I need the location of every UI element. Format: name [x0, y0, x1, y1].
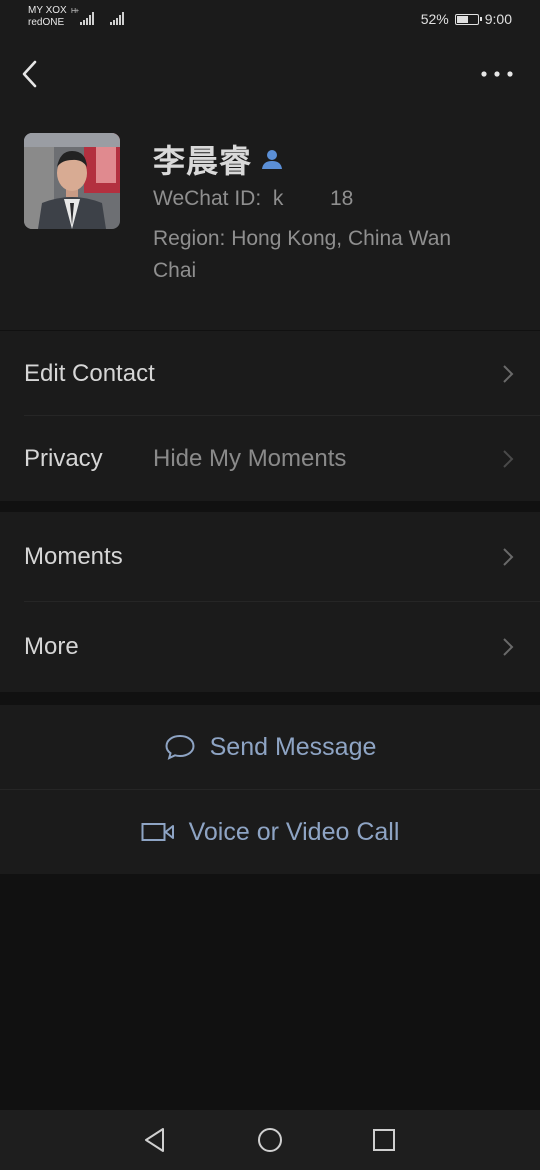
edit-contact-row[interactable]: Edit Contact	[0, 331, 540, 416]
system-nav-bar	[0, 1110, 540, 1170]
carrier-name-1: MY XOX	[28, 5, 67, 16]
region: Region: Hong Kong, China Wan Chai	[153, 227, 452, 282]
clock: 9:00	[484, 11, 512, 27]
privacy-row[interactable]: Privacy Hide My Moments	[0, 416, 540, 501]
chevron-right-icon	[503, 364, 514, 383]
send-message-label: Send Message	[209, 732, 377, 761]
chevron-right-icon	[503, 548, 514, 566]
chat-bubble-icon	[165, 734, 195, 760]
actions-group: Send Message Voice or Video Call	[0, 705, 540, 874]
status-bar: MY XOX redONE H+ 52% 9:00	[0, 0, 540, 40]
network-type: H+	[71, 8, 79, 15]
wechat-id: WeChat ID: k 18	[153, 187, 354, 210]
avatar[interactable]	[24, 133, 120, 229]
status-right: 52% 9:00	[421, 11, 512, 27]
video-camera-icon	[141, 823, 174, 841]
carrier-name-2: redONE	[28, 17, 65, 28]
signal-icon-2	[110, 12, 124, 25]
battery-icon	[454, 13, 482, 25]
edit-contact-label: Edit Contact	[24, 359, 155, 387]
chevron-right-icon	[503, 449, 514, 468]
more-options-icon[interactable]	[480, 62, 514, 86]
privacy-value: Hide My Moments	[153, 444, 347, 472]
profile-header: 李晨睿 WeChat ID: k 18 Region: Hong Kong, C…	[0, 40, 540, 330]
signal-icon	[80, 12, 94, 25]
privacy-label: Privacy	[24, 444, 103, 472]
nav-home-icon[interactable]	[256, 1126, 284, 1154]
voice-video-call-button[interactable]: Voice or Video Call	[0, 790, 540, 874]
nav-recents-icon[interactable]	[370, 1126, 398, 1154]
nav-back-icon[interactable]	[141, 1126, 169, 1154]
moments-label: Moments	[24, 543, 123, 570]
moments-row[interactable]: Moments	[0, 512, 540, 602]
back-icon[interactable]	[18, 58, 46, 90]
more-label: More	[24, 633, 79, 660]
person-icon	[262, 150, 283, 169]
contact-settings-group: Edit Contact Privacy Hide My Moments	[0, 331, 540, 501]
chevron-right-icon	[503, 638, 514, 656]
carrier-info: MY XOX redONE	[28, 5, 67, 29]
battery-percent: 52%	[420, 11, 449, 27]
contact-name: 李晨睿	[153, 143, 253, 179]
moments-group: Moments More	[0, 512, 540, 692]
send-message-button[interactable]: Send Message	[0, 705, 540, 789]
voice-video-call-label: Voice or Video Call	[188, 817, 400, 846]
name-row: 李晨睿	[153, 136, 284, 182]
more-row[interactable]: More	[0, 602, 540, 692]
